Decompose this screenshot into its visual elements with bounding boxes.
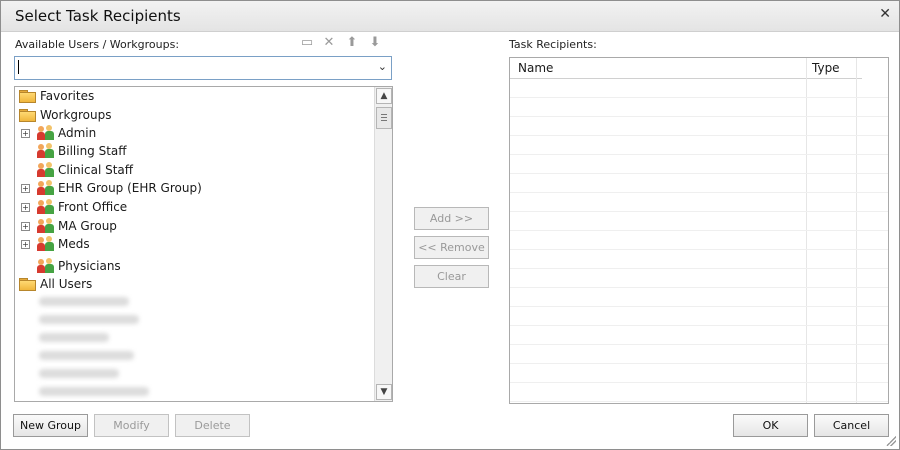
workgroup-icon [37,258,55,274]
grid-row-line [510,325,888,326]
move-up-icon[interactable]: ⬆ [344,35,360,51]
tree-item[interactable]: Physicians [15,257,370,275]
folder-icon [19,278,36,291]
grid-row-line [510,249,888,250]
scroll-down-icon[interactable]: ▼ [376,384,392,400]
tree-item-label: Physicians [58,259,121,273]
redacted-user[interactable] [39,369,119,378]
redacted-user[interactable] [39,333,109,342]
clear-button[interactable]: Clear [414,265,489,288]
task-recipients-grid[interactable]: Name Type [509,57,889,404]
select-task-recipients-dialog: Select Task Recipients ✕ Available Users… [0,0,900,450]
grid-row-line [510,401,888,402]
tree-item[interactable]: + EHR Group (EHR Group) [15,179,370,197]
workgroup-icon [37,236,55,252]
workgroup-icon [37,180,55,196]
tree-item-label: Billing Staff [58,144,127,158]
expand-icon[interactable]: + [21,129,30,138]
expand-icon[interactable]: + [21,203,30,212]
tree-item-label: All Users [40,277,93,291]
tree-item-label: Front Office [58,200,128,214]
grid-row-line [510,306,888,307]
expand-icon[interactable]: + [21,240,30,249]
workgroup-icon [37,199,55,215]
remove-button[interactable]: << Remove [414,236,489,259]
grid-row-line [510,211,888,212]
tree-item[interactable]: + Meds [15,235,370,253]
available-users-label: Available Users / Workgroups: [15,38,180,51]
redacted-user[interactable] [39,351,134,360]
workgroup-icon [37,162,55,178]
grid-row-line [510,230,888,231]
folder-icon [19,109,36,122]
expand-icon[interactable]: + [21,222,30,231]
tree-item[interactable]: + Front Office [15,198,370,216]
user-search-combo[interactable]: ⌄ [14,56,392,80]
grid-row-line [510,173,888,174]
delete-button[interactable]: Delete [175,414,250,437]
dialog-title: Select Task Recipients [15,7,181,25]
workgroup-icon [37,143,55,159]
add-button[interactable]: Add >> [414,207,489,230]
grid-row-line [510,287,888,288]
redacted-user[interactable] [39,315,139,324]
task-recipients-label: Task Recipients: [509,38,597,51]
tree-scrollbar[interactable]: ▲ ▼ [374,87,392,401]
new-group-button[interactable]: New Group [13,414,88,437]
modify-button[interactable]: Modify [94,414,169,437]
resize-grip-icon[interactable] [886,436,896,446]
tree-item[interactable]: + Admin [15,124,370,142]
grid-row-line [510,382,888,383]
tree-item[interactable]: + MA Group [15,217,370,235]
tree-item[interactable]: All Users [15,275,370,293]
tree-item[interactable]: Billing Staff [15,142,370,160]
text-caret [18,60,19,74]
expand-icon[interactable]: + [21,184,30,193]
redacted-user[interactable] [39,387,149,396]
move-down-icon[interactable]: ⬇ [367,35,383,51]
tree-item-label: Meds [58,237,90,251]
cancel-button[interactable]: Cancel [814,414,889,437]
tree-item-label: EHR Group (EHR Group) [58,181,202,195]
grid-row-line [510,135,888,136]
grid-row-line [510,344,888,345]
tree-item-label: Clinical Staff [58,163,134,177]
users-workgroups-tree[interactable]: Favorites Workgroups + Admin Billing Staff Cl… [14,86,393,402]
grid-row-line [510,154,888,155]
delete-x-icon[interactable]: ✕ [321,35,337,51]
folder-icon [19,90,36,103]
grid-row-line [510,116,888,117]
tree-item[interactable]: Favorites [15,87,370,105]
workgroup-icon [37,218,55,234]
tree-item[interactable]: Workgroups [15,106,370,124]
grid-row-line [510,363,888,364]
new-folder-icon[interactable]: ▭ [299,35,315,51]
ok-button[interactable]: OK [733,414,808,437]
scroll-up-icon[interactable]: ▲ [376,88,392,104]
tree-item-label: MA Group [58,219,117,233]
grid-row-line [510,192,888,193]
grid-row-line [510,268,888,269]
workgroup-icon [37,125,55,141]
scroll-thumb[interactable] [376,107,392,129]
tree-item-label: Admin [58,126,97,140]
tree-item[interactable]: Clinical Staff [15,161,370,179]
tree-item-label: Favorites [40,89,95,103]
grid-row-line [510,97,888,98]
close-icon[interactable]: ✕ [879,6,891,22]
column-header-type[interactable]: Type [807,58,862,79]
title-bar: Select Task Recipients ✕ [1,1,899,32]
redacted-user[interactable] [39,297,129,306]
chevron-down-icon[interactable]: ⌄ [378,60,387,73]
column-header-name[interactable]: Name [510,58,814,79]
tree-item-label: Workgroups [40,108,112,122]
